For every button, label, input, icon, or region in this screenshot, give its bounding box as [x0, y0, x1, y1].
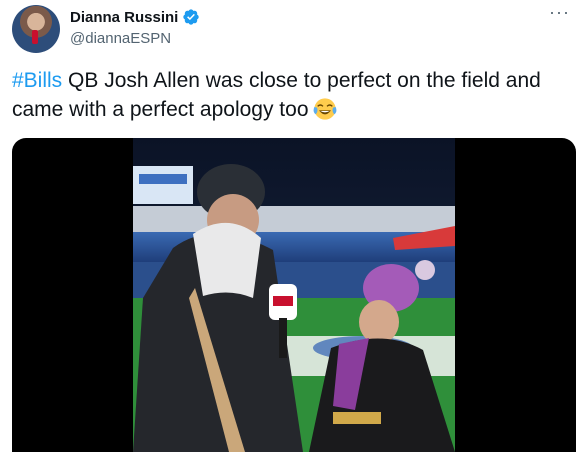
tweet-text: #Bills QB Josh Allen was close to perfec… — [12, 66, 572, 124]
author-name-row: Dianna Russini — [70, 8, 200, 26]
video-thumbnail — [133, 138, 455, 452]
video-player[interactable] — [12, 138, 576, 452]
verified-badge-icon — [183, 9, 200, 25]
hashtag-link[interactable]: #Bills — [12, 69, 62, 92]
tweet-card: Dianna Russini @diannaESPN ··· #Bills QB… — [0, 0, 585, 452]
microphone-icon — [32, 30, 38, 44]
author-display-name[interactable]: Dianna Russini — [70, 9, 178, 26]
author-handle[interactable]: @diannaESPN — [70, 30, 171, 47]
tweet-body: QB Josh Allen was close to perfect on th… — [12, 69, 541, 121]
profile-avatar[interactable] — [12, 5, 60, 53]
more-options-button[interactable]: ··· — [549, 2, 570, 23]
face-with-tears-of-joy-icon — [313, 98, 336, 120]
